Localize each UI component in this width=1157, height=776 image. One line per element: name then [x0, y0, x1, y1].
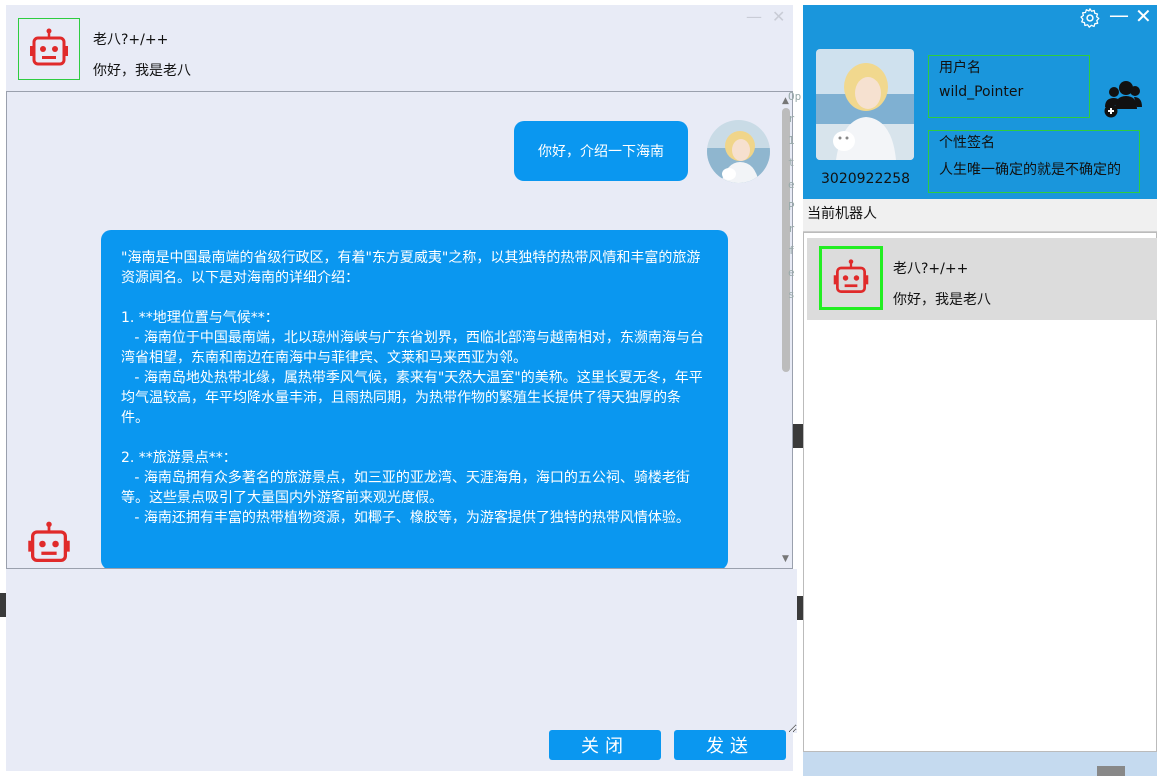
- robot-icon: [30, 28, 68, 66]
- bot-name: 老八?+/++: [93, 32, 169, 48]
- list-item[interactable]: 老八?+/++ 你好，我是老八: [807, 238, 1157, 320]
- signature-value: 人生唯一确定的就是不确定的: [939, 162, 1121, 178]
- user-id: 3020922258: [821, 171, 911, 187]
- close-icon[interactable]: ✕: [1135, 4, 1152, 28]
- minimize-icon[interactable]: —: [746, 7, 762, 26]
- message-input[interactable]: [6, 569, 797, 733]
- panel-footer: [803, 752, 1157, 776]
- signature-box[interactable]: 个性签名 人生唯一确定的就是不确定的: [928, 130, 1140, 193]
- user-message-bubble: 你好，介绍一下海南: [514, 121, 688, 181]
- robot-item-status: 你好，我是老八: [893, 292, 991, 308]
- footer-icon: [1097, 766, 1125, 776]
- message-list[interactable]: 你好，介绍一下海南 "海南是中国最南端的省级行政区，有着"东方夏威夷"之称，以其…: [6, 91, 793, 569]
- user-avatar: [707, 120, 770, 183]
- chat-header: 老八?+/++ 你好，我是老八 — ✕: [6, 5, 793, 91]
- bot-greeting: 你好，我是老八: [93, 63, 191, 79]
- chat-window: 老八?+/++ 你好，我是老八 — ✕ 你好，介绍一下海南 "海南是中国最南端的…: [6, 5, 797, 771]
- robot-item-name: 老八?+/++: [893, 261, 969, 277]
- profile-header: — ✕ 3020922258 用户名 wild_Pointer 个性签名 人生唯…: [803, 3, 1157, 199]
- minimize-icon[interactable]: —: [1109, 3, 1129, 27]
- signature-label: 个性签名: [939, 135, 995, 151]
- robot-item-avatar: [819, 246, 883, 310]
- robot-icon: [833, 259, 869, 293]
- username-label: 用户名: [939, 60, 981, 76]
- username-value: wild_Pointer: [939, 84, 1024, 100]
- username-box: 用户名 wild_Pointer: [928, 55, 1090, 118]
- profile-avatar[interactable]: [816, 49, 914, 160]
- scroll-down-icon[interactable]: ▼: [782, 554, 789, 564]
- background-window-text: Op r 1 t e Pr f e s: [788, 90, 802, 301]
- current-robot-title: 当前机器人: [803, 199, 1157, 232]
- robot-icon: [28, 521, 70, 562]
- gear-icon[interactable]: [1079, 7, 1101, 29]
- close-icon[interactable]: ✕: [772, 7, 785, 26]
- send-button[interactable]: 发送: [674, 730, 786, 760]
- bot-message-bubble: "海南是中国最南端的省级行政区，有着"东方夏威夷"之称，以其独特的热带风情和丰富…: [101, 230, 728, 568]
- close-button[interactable]: 关闭: [549, 730, 661, 760]
- add-friends-icon[interactable]: [1101, 77, 1143, 119]
- robot-list: 老八?+/++ 你好，我是老八: [803, 232, 1157, 752]
- bot-message-avatar: [25, 520, 73, 568]
- contacts-panel: — ✕ 3020922258 用户名 wild_Pointer 个性签名 人生唯…: [803, 3, 1157, 776]
- bot-avatar: [18, 18, 80, 80]
